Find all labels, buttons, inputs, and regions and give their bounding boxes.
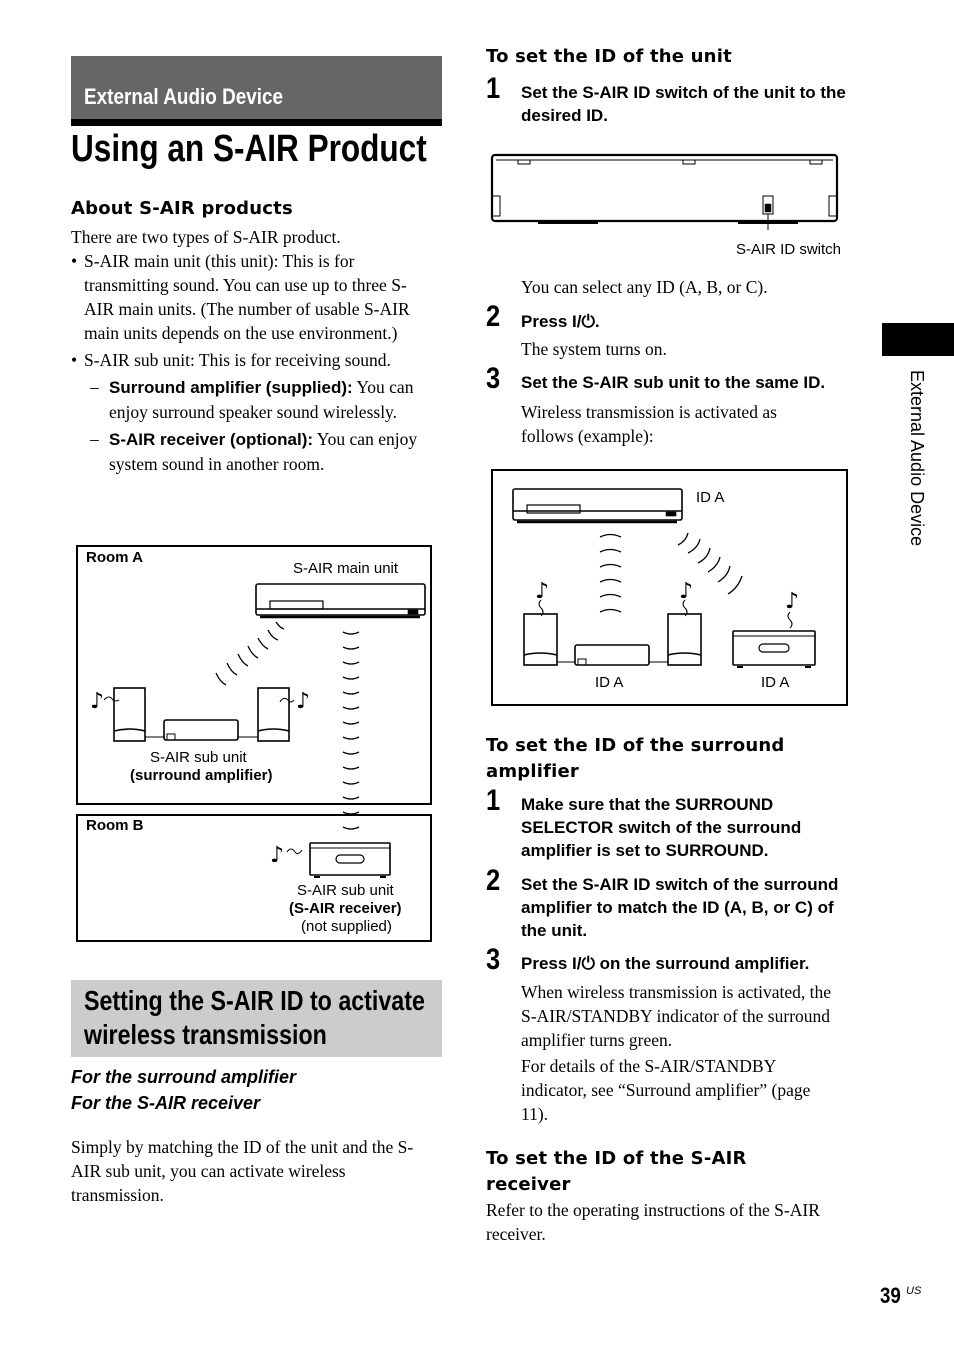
music-note-icon: ♪ [785,589,799,614]
step-text: Set the S-AIR ID switch of the surround … [521,875,839,940]
set-amp-heading: To set the ID of the surround amplifier [486,735,785,782]
side-tab-marker [882,323,954,356]
set-receiver-body: Refer to the operating instructions of t… [486,1200,820,1244]
wireless-waves-icon [599,532,743,613]
main-unit-icon [512,488,683,524]
step-note: When wireless transmission is activated,… [521,982,832,1050]
section2-title: Setting the S-AIR ID to activate wireles… [84,985,425,1050]
side-tab-label: External Audio Device [907,370,927,547]
step-text: Make sure that the SURROUND SELECTOR swi… [521,795,802,860]
example-illustration: ♪ ♪ ♪ [512,488,816,668]
applies-to-amplifier: For the surround amplifier [71,1067,297,1087]
music-note-icon: ♪ [270,843,284,868]
page-region: US [906,1285,922,1297]
step-number: 3 [486,943,501,976]
speaker-icon [667,613,702,666]
music-note-icon: ♪ [535,579,549,604]
step-text: Press I/⏻ on the surround amplifier. [521,954,810,973]
surround-amplifier-icon [557,644,668,666]
s-air-receiver-icon [309,842,391,878]
step-note: For details of the S-AIR/STANDBY indicat… [521,1056,811,1124]
step-number: 1 [486,784,501,817]
page-number: 39 [880,1283,901,1308]
step-number: 2 [486,864,501,897]
section2-body: Simply by matching the ID of the unit an… [71,1137,414,1205]
speaker-icon [523,613,558,666]
surround-amplifier-icon [145,719,258,741]
music-note-icon: ♪ [679,579,693,604]
s-air-receiver-icon [732,630,816,668]
applies-to-receiver: For the S-AIR receiver [71,1093,261,1113]
set-receiver-heading: To set the ID of the S-AIR receiver [486,1148,747,1195]
